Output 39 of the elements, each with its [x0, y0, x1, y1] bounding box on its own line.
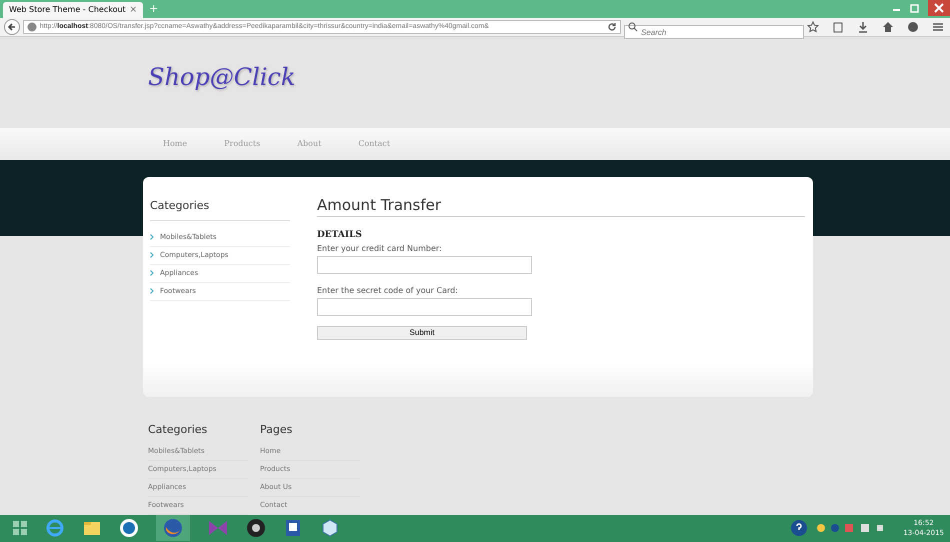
nav-link[interactable]: Products — [224, 139, 260, 148]
folder-icon[interactable] — [82, 519, 102, 538]
help-icon[interactable] — [791, 520, 808, 536]
back-icon[interactable] — [4, 18, 20, 35]
circle-logo-icon[interactable] — [119, 518, 139, 538]
reload-icon[interactable] — [607, 22, 617, 32]
sidebar-title: Categories — [150, 198, 290, 221]
site-logo[interactable]: Shop@Click — [148, 63, 296, 92]
chevron-icon — [150, 288, 154, 294]
tab-title: Web Store Theme - Checkout — [9, 5, 126, 14]
search-icon — [628, 22, 638, 32]
chevron-icon — [150, 252, 154, 258]
close-icon[interactable] — [928, 0, 950, 16]
browser-tab[interactable]: Web Store Theme - Checkout × — [3, 2, 143, 18]
star-icon[interactable] — [807, 20, 819, 33]
webcam-icon[interactable] — [246, 518, 266, 538]
section-heading: DETAILS — [317, 230, 363, 240]
field-label: Enter the secret code of your Card: — [317, 286, 459, 295]
new-tab-button[interactable]: + — [149, 2, 158, 16]
fox-globe-icon[interactable] — [163, 518, 183, 538]
nav-link[interactable]: About — [297, 139, 322, 148]
nav-link[interactable]: Home — [163, 139, 188, 148]
menu-icon[interactable] — [932, 20, 944, 33]
search-field[interactable]: Search — [624, 25, 804, 40]
page-title: Amount Transfer — [317, 196, 805, 217]
chevron-icon — [150, 270, 154, 276]
field-label: Enter your credit card Number: — [317, 244, 443, 253]
footer-heading: Categories — [148, 422, 208, 436]
tab-close-button[interactable]: × — [129, 4, 137, 15]
chevron-icon — [150, 234, 154, 240]
document-icon[interactable] — [283, 518, 303, 538]
download-icon[interactable] — [857, 20, 869, 33]
footer-heading: Pages — [260, 422, 294, 436]
home-icon[interactable] — [882, 20, 894, 33]
cube-icon[interactable] — [320, 518, 340, 538]
input-field[interactable] — [317, 256, 532, 274]
submit-button[interactable]: Submit — [317, 326, 527, 340]
nav-link[interactable]: Contact — [358, 139, 390, 148]
input-field[interactable] — [317, 298, 532, 316]
